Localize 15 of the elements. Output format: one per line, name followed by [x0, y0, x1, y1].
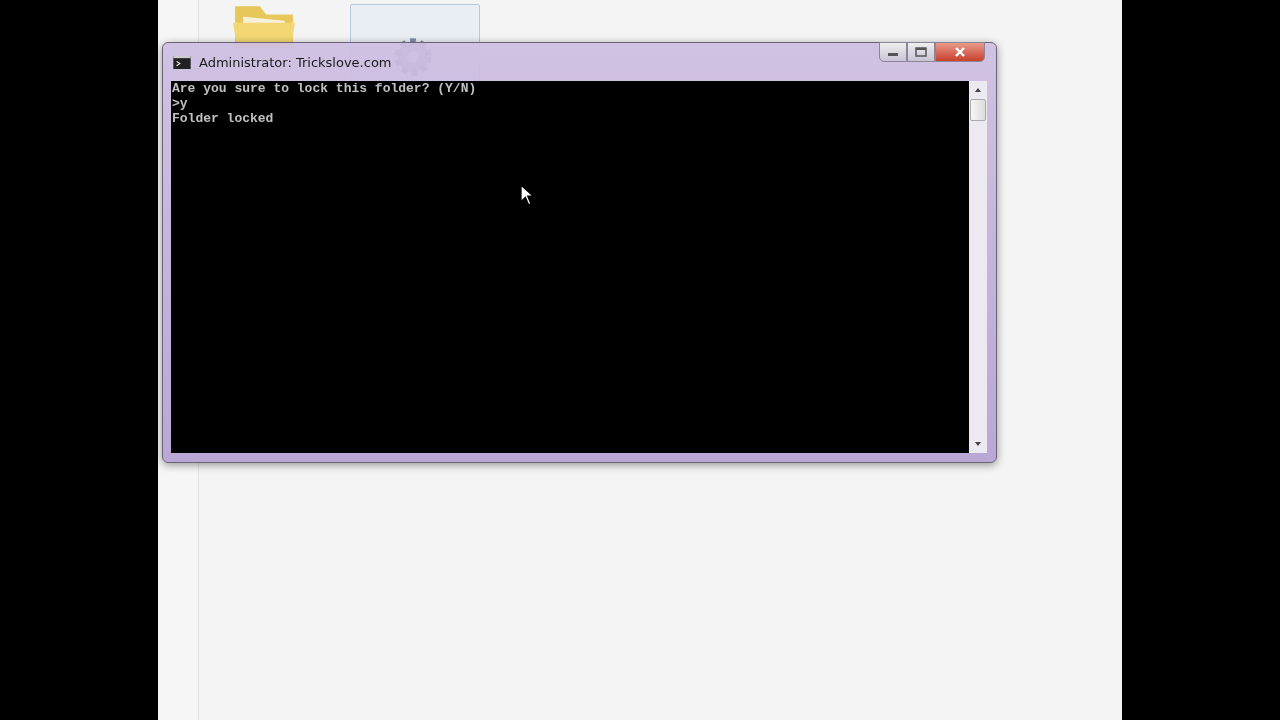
- window-title: Administrator: Trickslove.com: [199, 54, 392, 70]
- close-icon: [954, 47, 966, 57]
- maximize-button[interactable]: [907, 42, 935, 62]
- console-line: Folder locked: [172, 111, 275, 126]
- scroll-thumb[interactable]: [970, 99, 986, 121]
- close-button[interactable]: [935, 42, 985, 62]
- scrollbar[interactable]: [969, 81, 987, 453]
- command-prompt-icon: [173, 55, 191, 69]
- console-line: >y: [172, 96, 189, 111]
- minimize-button[interactable]: [879, 42, 907, 62]
- scroll-down-arrow-icon[interactable]: [974, 441, 982, 447]
- console-line: Are you sure to lock this folder? (Y/N): [172, 81, 478, 96]
- scroll-up-arrow-icon[interactable]: [974, 87, 982, 93]
- maximize-icon: [915, 47, 927, 57]
- mouse-cursor-icon: [520, 184, 533, 206]
